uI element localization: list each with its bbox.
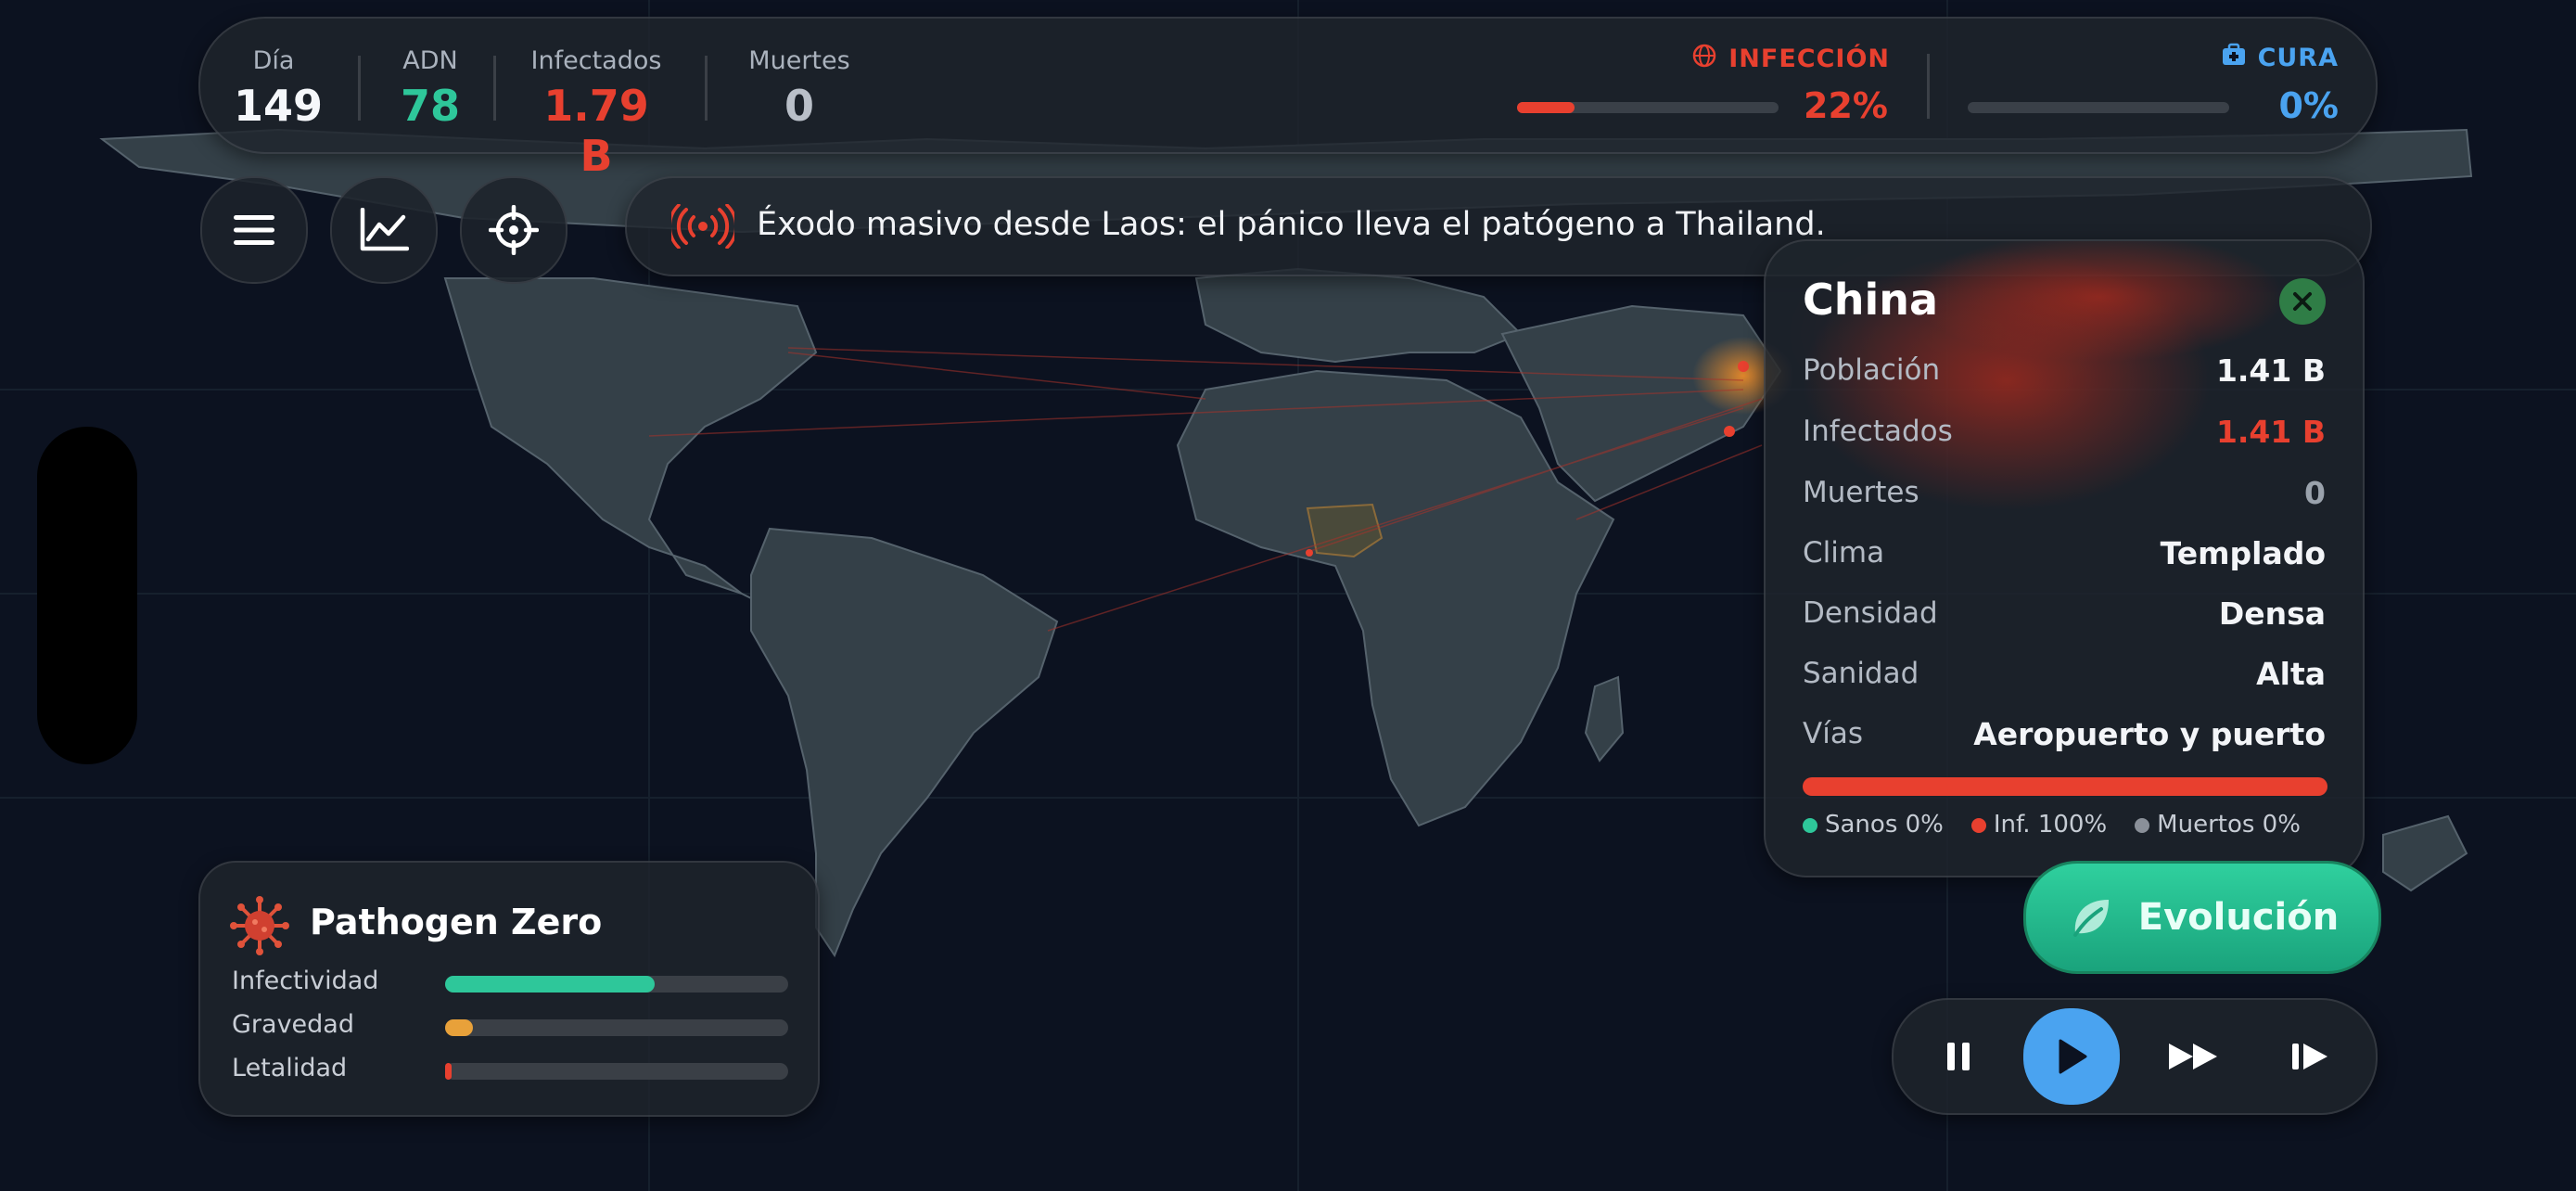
globe-icon — [1691, 43, 1717, 75]
target-button[interactable] — [460, 176, 567, 284]
fast-forward-icon — [2169, 1044, 2217, 1069]
medkit-icon — [2221, 43, 2247, 73]
play-icon — [2059, 1039, 2087, 1074]
legend-dead: Muertos 0% — [2135, 811, 2301, 839]
row-key: Densidad — [1803, 596, 1938, 630]
trait-bar — [445, 1063, 788, 1080]
infection-progress — [1517, 102, 1779, 113]
trait-label: Infectividad — [232, 967, 379, 995]
ratio-legend: Sanos 0% Inf. 100% Muertos 0% — [1803, 811, 2301, 839]
hamburger-icon — [234, 215, 274, 245]
close-button[interactable] — [2279, 278, 2326, 325]
day-label: Día — [252, 46, 295, 75]
population-ratio-bar — [1803, 777, 2327, 796]
fast-forward-button[interactable] — [2148, 1010, 2240, 1103]
trait-bar-fill — [445, 1019, 473, 1036]
cure-label: CURA — [2257, 44, 2339, 72]
row-key: Vías — [1803, 717, 1863, 750]
pause-button[interactable] — [1912, 1010, 2005, 1103]
playback-controls — [1892, 998, 2378, 1115]
divider — [1927, 54, 1930, 119]
dna-value: 78 — [400, 81, 460, 131]
row-key: Muertes — [1803, 476, 1919, 509]
country-row: Vías Aeropuerto y puerto — [1803, 711, 2326, 757]
cure-progress — [1968, 102, 2229, 113]
infection-progress-fill — [1517, 102, 1575, 113]
leaf-icon — [2072, 900, 2109, 937]
row-value: Aeropuerto y puerto — [1973, 715, 2326, 752]
close-icon — [2293, 292, 2312, 311]
divider — [493, 56, 496, 121]
virus-icon — [230, 896, 289, 959]
trait-bar — [445, 1019, 788, 1036]
pause-icon — [1947, 1043, 1970, 1070]
dna-stat: ADN 78 — [393, 46, 467, 131]
cure-percent: 0% — [2278, 85, 2339, 126]
infection-percent: 22% — [1804, 85, 1888, 126]
country-row: Clima Templado — [1803, 530, 2326, 576]
cure-meter: CURA 0% — [1968, 43, 2339, 135]
row-key: Sanidad — [1803, 657, 1919, 690]
country-row: Infectados 1.41 B — [1803, 408, 2326, 455]
country-row: Sanidad Alta — [1803, 650, 2326, 697]
trait-bar — [445, 976, 788, 992]
row-value: 1.41 B — [2215, 413, 2326, 450]
infection-label: INFECCIÓN — [1728, 45, 1890, 73]
trait-bar-fill — [445, 1063, 453, 1080]
country-panel: China Población 1.41 B Infectados 1.41 B… — [1764, 239, 2365, 877]
day-value: 149 — [234, 81, 324, 131]
crosshair-icon — [489, 205, 539, 255]
row-key: Población — [1803, 353, 1941, 387]
evolution-button[interactable]: Evolución — [2023, 861, 2381, 974]
infection-meter: INFECCIÓN 22% — [1517, 43, 1890, 135]
line-chart-icon — [360, 208, 409, 251]
divider — [358, 56, 361, 121]
country-name: China — [1803, 275, 1939, 325]
row-value: Densa — [2218, 595, 2326, 632]
row-key: Infectados — [1803, 415, 1953, 448]
trait-label: Letalidad — [232, 1054, 348, 1082]
deaths-label: Muertes — [748, 46, 850, 75]
trait-bar-fill — [445, 976, 655, 992]
row-value: 1.41 B — [2215, 352, 2326, 389]
infected-label: Infectados — [530, 46, 662, 75]
divider — [705, 56, 708, 121]
row-value: Templado — [2160, 534, 2326, 571]
trait-severity: Gravedad — [232, 1008, 788, 1045]
menu-button[interactable] — [200, 176, 308, 284]
trait-infectivity: Infectividad — [232, 965, 788, 1002]
country-row: Densidad Densa — [1803, 590, 2326, 636]
stats-bar: Día 149 ADN 78 Infectados 1.79 B Muertes… — [198, 17, 2378, 181]
stats-button[interactable] — [330, 176, 438, 284]
legend-infected: Inf. 100% — [1970, 811, 2107, 839]
row-value: 0 — [2304, 474, 2326, 511]
infected-stat: Infectados 1.79 B — [527, 46, 666, 181]
pathogen-panel[interactable]: Pathogen Zero Infectividad Gravedad Leta… — [198, 861, 820, 1117]
row-value: Alta — [2256, 655, 2326, 692]
legend-healthy: Sanos 0% — [1803, 811, 1944, 839]
skip-button[interactable] — [2264, 1010, 2357, 1103]
country-row: Muertes 0 — [1803, 469, 2326, 516]
broadcast-icon — [668, 203, 738, 252]
news-text: Éxodo masivo desde Laos: el pánico lleva… — [757, 206, 1826, 243]
pathogen-name: Pathogen Zero — [310, 902, 603, 942]
trait-lethality: Letalidad — [232, 1052, 788, 1089]
evolution-label: Evolución — [2137, 896, 2340, 939]
trait-label: Gravedad — [232, 1010, 354, 1039]
play-button[interactable] — [2023, 1008, 2120, 1105]
skip-icon — [2292, 1044, 2327, 1069]
infected-value: 1.79 B — [543, 81, 649, 181]
row-key: Clima — [1803, 536, 1885, 570]
deaths-value: 0 — [784, 81, 814, 131]
side-handle — [37, 427, 137, 764]
dna-label: ADN — [402, 46, 458, 75]
country-row: Población 1.41 B — [1803, 347, 2326, 393]
day-stat: Día 149 — [234, 46, 324, 131]
deaths-stat: Muertes 0 — [734, 46, 864, 131]
